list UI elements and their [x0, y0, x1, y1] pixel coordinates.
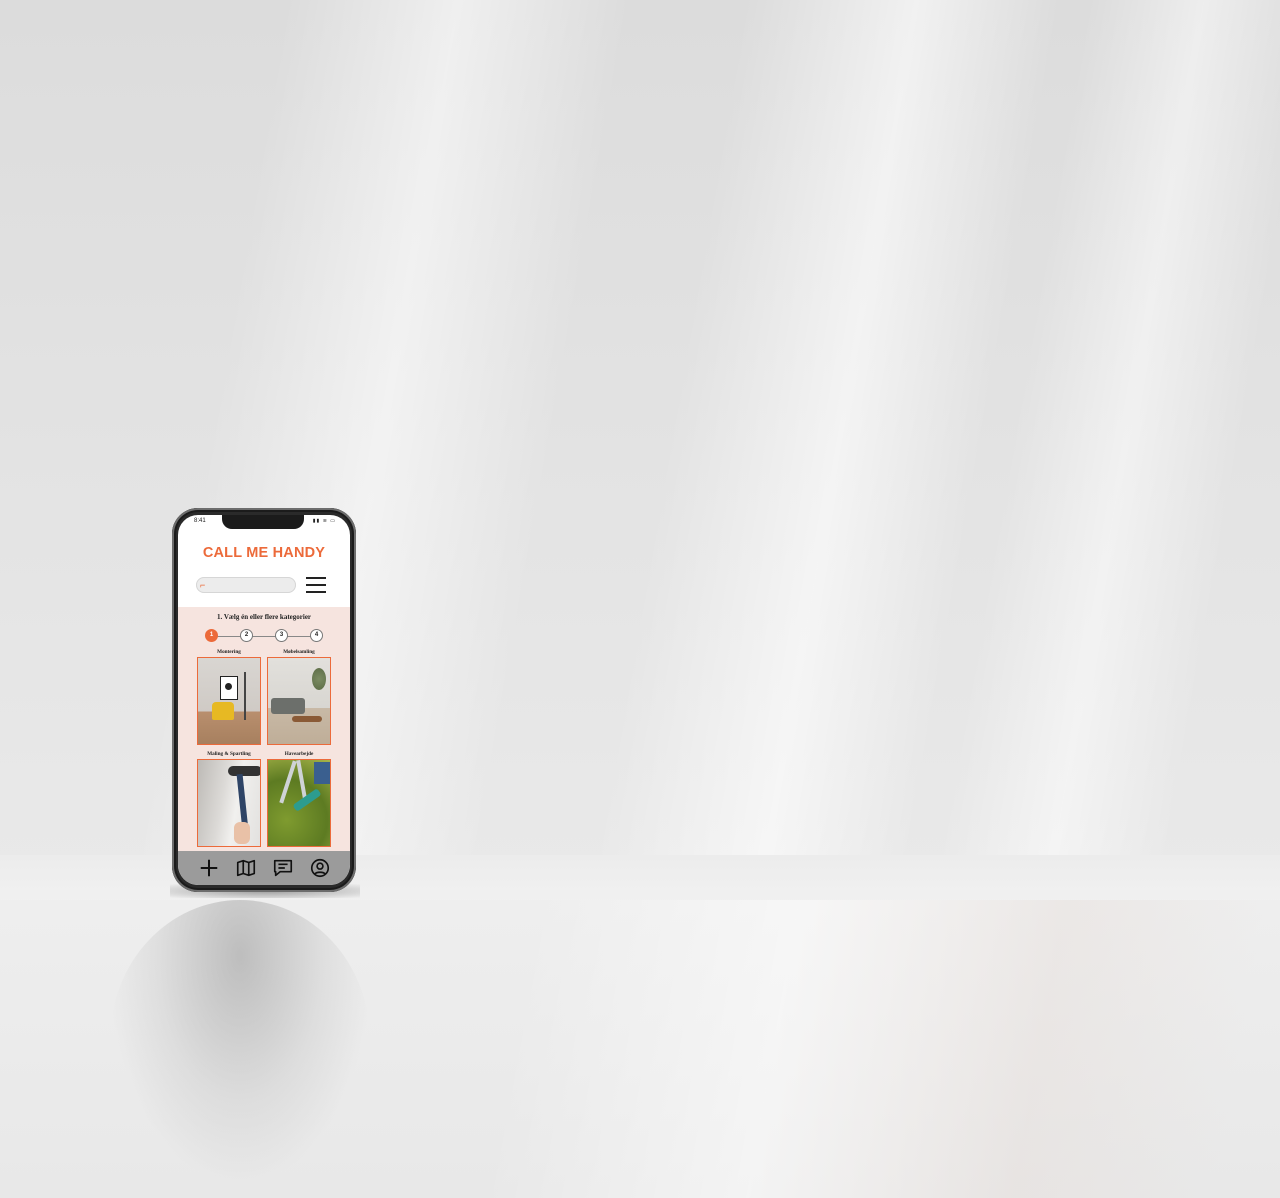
sofa	[271, 698, 305, 714]
map-icon[interactable]	[235, 857, 257, 879]
yellow-armchair	[212, 702, 234, 720]
hand	[234, 822, 250, 844]
status-time: 8:41	[194, 518, 206, 524]
category-step-panel: 1. Vælg én eller flere kategorier 1 2 3 …	[178, 607, 350, 851]
search-input[interactable]: ⌐	[196, 577, 296, 593]
hamburger-menu-icon[interactable]	[306, 577, 326, 593]
step-connector	[211, 636, 319, 637]
step-1[interactable]: 1	[205, 629, 218, 642]
paint-roller-icon: ⌐	[200, 580, 206, 590]
plus-icon[interactable]	[198, 857, 220, 879]
category-label-montering: Montering	[217, 649, 241, 655]
sleeve	[314, 762, 330, 784]
category-card-maling[interactable]	[197, 759, 261, 847]
step-2[interactable]: 2	[240, 629, 253, 642]
shear-blade	[279, 760, 297, 804]
status-indicators: ▮▮ ≋ ▭	[312, 518, 336, 524]
profile-icon[interactable]	[309, 857, 331, 879]
step-4[interactable]: 4	[310, 629, 323, 642]
step-title: 1. Vælg én eller flere kategorier	[216, 613, 312, 621]
plant	[312, 668, 326, 690]
category-card-montering[interactable]	[197, 657, 261, 745]
phone-shadow	[110, 900, 370, 1180]
phone-mockup: 8:41 ▮▮ ≋ ▭ CALL ME HANDY ⌐ 1. Vælg én e…	[172, 508, 356, 892]
wall-frame	[220, 676, 238, 700]
chat-icon[interactable]	[272, 857, 294, 879]
coffee-table	[292, 716, 322, 722]
phone-notch	[222, 515, 304, 529]
category-label-havearbejde: Havearbejde	[284, 751, 314, 757]
bottom-tab-bar	[178, 851, 350, 885]
category-label-mobelsamling: Møbelsamling	[283, 649, 315, 655]
app-title: CALL ME HANDY	[202, 545, 326, 561]
category-card-mobelsamling[interactable]	[267, 657, 331, 745]
shear-grip	[292, 788, 322, 812]
category-label-maling: Maling & Spartling	[207, 751, 251, 757]
step-3[interactable]: 3	[275, 629, 288, 642]
category-card-havearbejde[interactable]	[267, 759, 331, 847]
floor-lamp	[244, 672, 246, 720]
paint-roller	[228, 766, 260, 776]
step-indicator: 1 2 3 4	[205, 629, 325, 643]
phone-screen: 8:41 ▮▮ ≋ ▭ CALL ME HANDY ⌐ 1. Vælg én e…	[178, 515, 350, 885]
